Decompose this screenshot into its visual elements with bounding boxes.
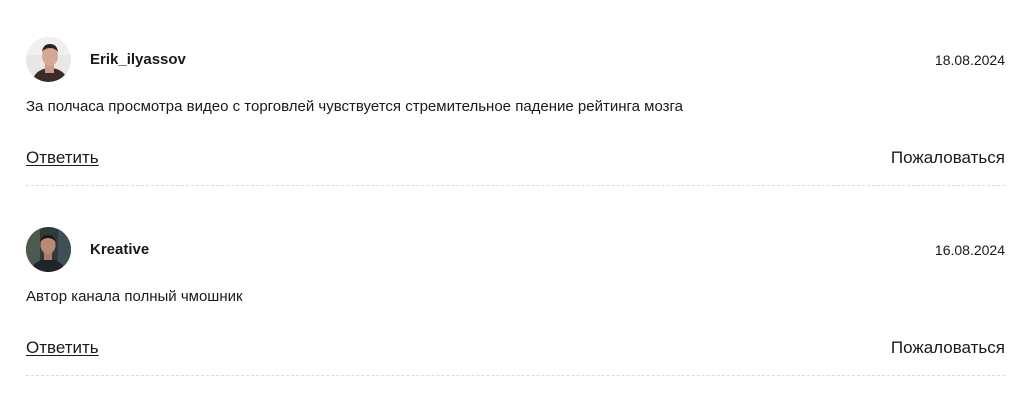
comment-author[interactable]: Erik_ilyassov: [90, 51, 186, 69]
comment-actions: Ответить Пожаловаться: [26, 147, 1005, 169]
reply-link[interactable]: Ответить: [26, 147, 99, 169]
comment-date: 16.08.2024: [934, 242, 1005, 258]
comment-text: Автор канала полный чмошник: [26, 288, 243, 305]
comment-author[interactable]: Kreative: [90, 241, 149, 259]
comment-actions: Ответить Пожаловаться: [26, 337, 1005, 359]
avatar[interactable]: [26, 37, 71, 82]
avatar[interactable]: [26, 227, 71, 272]
comment-header: Erik_ilyassov 18.08.2024: [26, 37, 1005, 82]
comment-date: 18.08.2024: [934, 52, 1005, 68]
comment-item: Erik_ilyassov 18.08.2024 За полчаса прос…: [26, 37, 1005, 197]
user-photo-icon: [26, 227, 71, 272]
reply-link[interactable]: Ответить: [26, 337, 99, 359]
divider: [26, 185, 1005, 186]
comments-list: Erik_ilyassov 18.08.2024 За полчаса прос…: [0, 0, 1031, 418]
comment-text: За полчаса просмотра видео с торговлей ч…: [26, 98, 684, 115]
comment-header: Kreative 16.08.2024: [26, 227, 1005, 272]
report-link[interactable]: Пожаловаться: [891, 147, 1005, 169]
user-photo-icon: [26, 37, 71, 82]
comment-item: Kreative 16.08.2024 Автор канала полный …: [26, 227, 1005, 387]
divider: [26, 375, 1005, 376]
report-link[interactable]: Пожаловаться: [891, 337, 1005, 359]
